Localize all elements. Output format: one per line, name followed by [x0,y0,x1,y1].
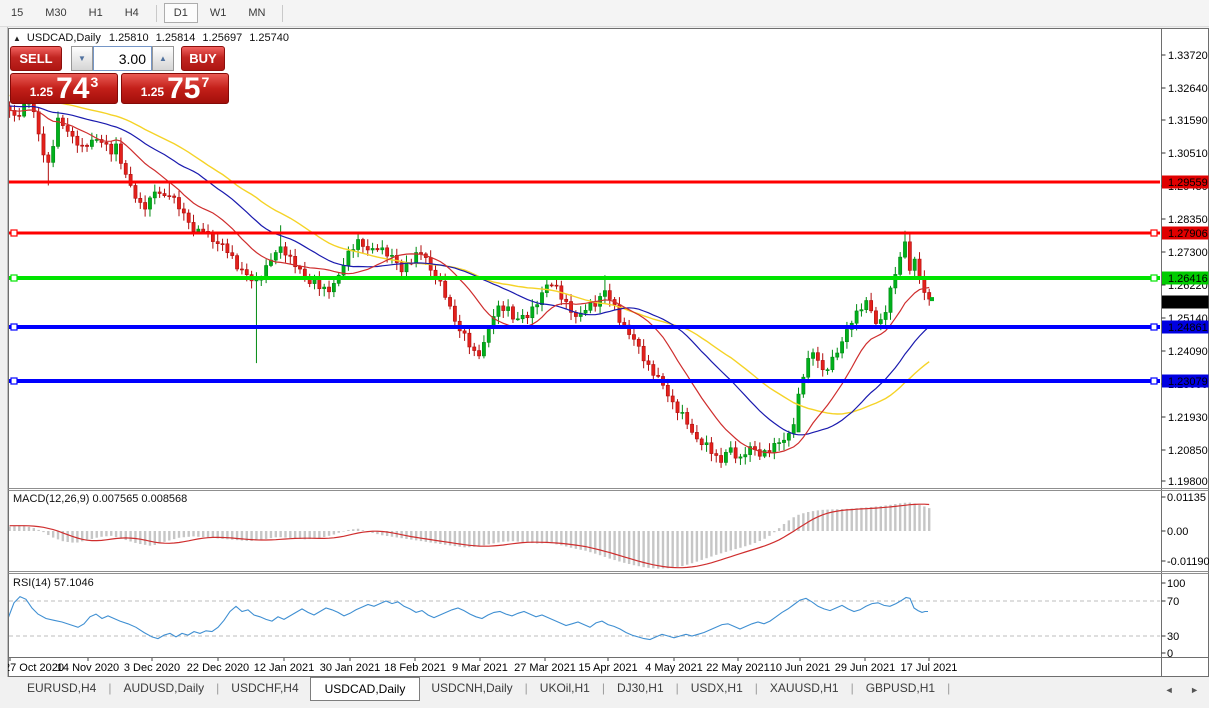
price-chip-label: 1.27906 [1168,228,1208,240]
spinner-up-icon: ▲ [159,54,167,63]
sell-button[interactable]: SELL [10,46,62,71]
timeframe-toolbar: 15 M30 H1 H4 D1 W1 MN [0,0,1209,27]
one-click-trading-panel: SELL ▼ ▲ BUY 1.25 74 3 1.25 75 7 [10,46,229,104]
tab-ukoil-h1[interactable]: UKOil,H1 [529,677,601,699]
price-tick-label: 1.33720 [1168,50,1208,62]
chart-tab-bar: EURUSD,H4 | AUDUSD,Daily | USDCHF,H4 USDCAD,D… [0,677,1209,708]
timeframe-button-w1[interactable]: W1 [200,3,237,23]
volume-input[interactable] [93,46,152,71]
tab-usdcad-daily[interactable]: USDCAD,Daily [309,677,421,701]
sell-price-pips: 74 [56,73,90,104]
date-tick-label: 27 Mar 2021 [514,662,576,674]
tab-xauusd-h1[interactable]: XAUUSD,H1 [759,677,850,699]
timeframe-button-d1[interactable]: D1 [163,3,198,23]
date-tick-label: 30 Jan 2021 [320,662,381,674]
price-tick-label: 1.31590 [1168,115,1208,127]
volume-decrease-button[interactable]: ▼ [71,46,93,71]
window-left-edge [0,27,8,708]
chart-title: ▲ USDCAD,Daily 1.25810 1.25814 1.25697 1… [13,32,296,44]
date-tick-label: 15 Apr 2021 [578,662,637,674]
buy-button[interactable]: BUY [181,46,225,71]
hline-handle[interactable] [10,274,18,282]
spinner-down-icon: ▼ [78,54,86,63]
timeframe-button-h4[interactable]: H4 [115,3,149,23]
timeframe-button-m30[interactable]: M30 [35,3,76,23]
tabs-scroll-left[interactable]: ◄ [1165,685,1174,695]
date-tick-label: 10 Jun 2021 [770,662,831,674]
ohlc-close: 1.25740 [249,32,289,44]
macd-tick-label: -0.01190 [1167,556,1209,568]
tabs-scroll-right[interactable]: ► [1190,685,1199,695]
buy-price-point: 7 [201,74,210,90]
price-tick-label: 1.21930 [1168,412,1208,424]
timeframe-button-mn[interactable]: MN [238,3,275,23]
price-tick-label: 1.20850 [1168,445,1208,457]
ohlc-low: 1.25697 [202,32,243,44]
timeframe-button-h1[interactable]: H1 [79,3,113,23]
symbol-title: USDCAD,Daily [26,32,101,44]
chart-canvas[interactable]: 1.337201.326401.315901.305101.294301.283… [0,0,1209,708]
current-close-marker [930,297,934,302]
sell-price-box[interactable]: 1.25 74 3 [10,73,118,104]
hline-handle[interactable] [10,377,18,385]
macd-indicator-label: MACD(12,26,9) 0.007565 0.008568 [13,493,188,505]
hline-handle[interactable] [1150,377,1158,385]
price-chip-label: 1.23079 [1168,376,1208,388]
date-tick-label: 29 Jun 2021 [835,662,896,674]
sell-price-major: 1.25 [29,85,54,99]
timeframe-button-15[interactable]: 15 [1,3,33,23]
date-tick-label: 12 Jan 2021 [254,662,315,674]
price-tick-label: 1.30510 [1168,148,1208,160]
tab-gbpusd-h1[interactable]: GBPUSD,H1 [855,677,946,699]
volume-increase-button[interactable]: ▲ [152,46,174,71]
tab-dj30-h1[interactable]: DJ30,H1 [606,677,675,699]
tab-eurusd-h4[interactable]: EURUSD,H4 [16,677,107,699]
tab-usdchf-h4[interactable]: USDCHF,H4 [220,677,309,699]
tab-audusd-daily[interactable]: AUDUSD,Daily [112,677,215,699]
ohlc-high: 1.25814 [155,32,196,44]
rsi-indicator-label: RSI(14) 57.1046 [13,577,94,589]
panel-toggle-icon[interactable]: ▲ [13,34,21,43]
toolbar-separator [155,4,157,22]
rsi-tick-label: 70 [1167,596,1179,608]
buy-price-box[interactable]: 1.25 75 7 [121,73,229,104]
date-tick-label: 22 Dec 2020 [187,662,249,674]
buy-price-major: 1.25 [140,85,165,99]
price-tick-label: 1.28350 [1168,214,1208,226]
tab-usdx-h1[interactable]: USDX,H1 [680,677,754,699]
rsi-tick-label: 30 [1167,631,1179,643]
price-tick-label: 1.27300 [1168,247,1208,259]
date-tick-label: 22 May 2021 [706,662,770,674]
hline-handle[interactable] [1150,274,1158,282]
rsi-tick-label: 0 [1167,648,1173,660]
macd-tick-label: 0.00 [1167,526,1188,538]
price-chip-label: 1.29559 [1168,177,1208,189]
price-tick-label: 1.24090 [1168,346,1208,358]
hline-handle[interactable] [10,323,18,331]
date-tick-label: 18 Feb 2021 [384,662,446,674]
buy-price-pips: 75 [167,73,201,104]
ohlc-open: 1.25810 [108,32,149,44]
price-tick-label: 1.19800 [1168,476,1208,488]
price-chip-label: 1.25740 [1168,297,1208,309]
date-tick-label: 9 Mar 2021 [452,662,508,674]
hline-handle[interactable] [1150,323,1158,331]
tab-separator: | [947,681,951,695]
price-tick-label: 1.32640 [1168,83,1208,95]
tab-usdcnh-daily[interactable]: USDCNH,Daily [420,677,523,699]
price-chip-label: 1.24861 [1168,322,1208,334]
date-tick-label: 3 Dec 2020 [124,662,180,674]
toolbar-separator [282,4,284,22]
sell-price-point: 3 [90,74,99,90]
tabs-scroll-arrows: ◄ ► [1151,685,1199,695]
hline-handle[interactable] [1150,229,1158,237]
rsi-tick-label: 100 [1167,578,1185,590]
hline-handle[interactable] [10,229,18,237]
date-tick-label: 17 Jul 2021 [901,662,958,674]
date-tick-label: 4 May 2021 [645,662,702,674]
date-tick-label: 14 Nov 2020 [57,662,119,674]
price-chip-label: 1.26416 [1168,273,1208,285]
date-tick-label: 27 Oct 2020 [4,662,64,674]
macd-tick-label: 0.01135 [1167,492,1206,504]
